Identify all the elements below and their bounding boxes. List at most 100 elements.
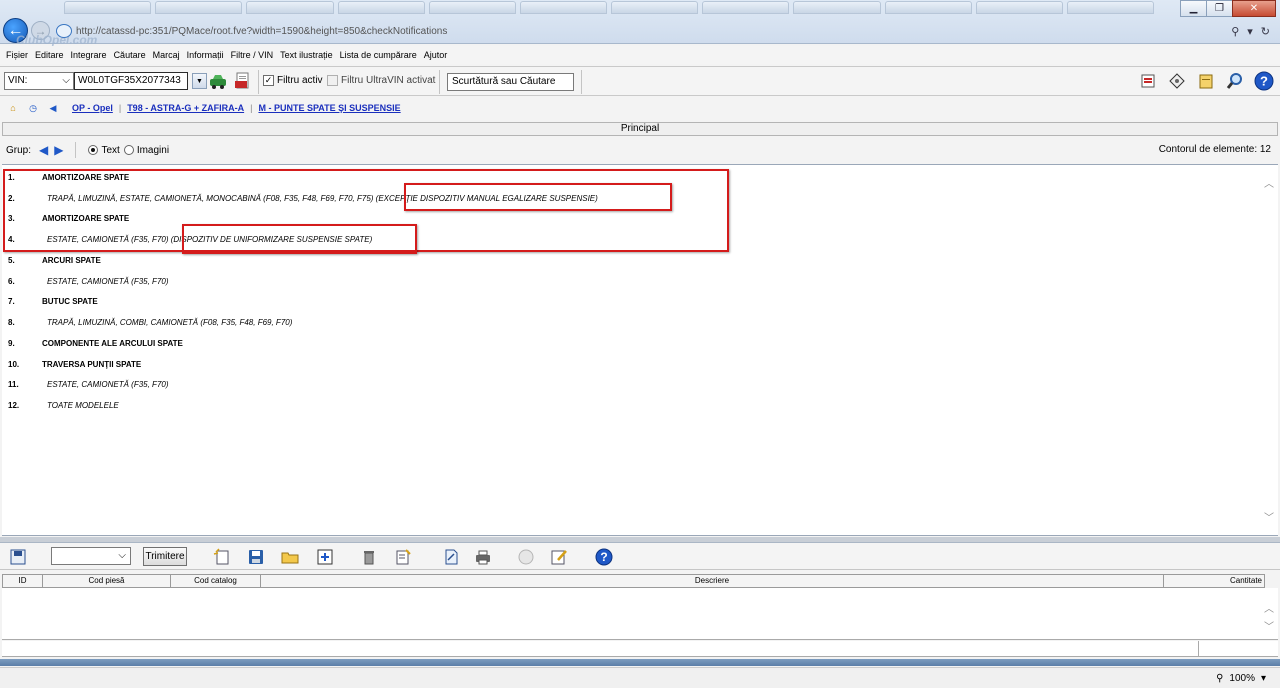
history-icon[interactable]: ◷ — [26, 103, 40, 114]
ultravin-label: Filtru UltraVIN activat — [341, 75, 436, 86]
breadcrumb-model[interactable]: T98 - ASTRA-G + ZAFIRA-A — [127, 103, 244, 113]
toolbar-divider — [258, 70, 259, 94]
ie-page-icon — [56, 24, 72, 38]
item-number: 7. — [8, 296, 15, 306]
vin-label: VIN: — [8, 75, 28, 86]
home-icon[interactable]: ⌂ — [6, 103, 20, 113]
col-id[interactable]: ID — [3, 575, 43, 587]
scroll-up-icon[interactable]: ︿ — [1264, 600, 1274, 615]
menu-help[interactable]: Ajutor — [424, 50, 448, 60]
shortcut-search-input[interactable]: Scurtătură sau Căutare — [447, 73, 574, 91]
magnifier-icon[interactable] — [1225, 71, 1245, 91]
scroll-up-icon[interactable]: ︿ — [1264, 175, 1274, 190]
car-icon[interactable] — [208, 71, 228, 91]
send-button[interactable]: Trimitere — [143, 547, 187, 566]
filter-active-checkbox[interactable]: ✓ Filtru activ — [263, 75, 323, 86]
item-label[interactable]: ARCURI SPATE — [42, 256, 101, 265]
refresh-icon[interactable]: ↻ — [1261, 25, 1270, 38]
help-icon[interactable]: ? — [1254, 71, 1274, 91]
item-label[interactable]: TOATE MODELELE — [47, 401, 119, 410]
browser-tab[interactable] — [975, 1, 1063, 14]
pdf-document-icon[interactable] — [233, 71, 253, 91]
menu-bookmark[interactable]: Marcaj — [153, 50, 180, 60]
floppy-save-icon[interactable] — [246, 547, 266, 567]
col-catalog-code[interactable]: Cod catalog — [171, 575, 261, 587]
annotation-box-exception — [404, 183, 672, 211]
restore-button[interactable]: ❐ — [1206, 0, 1233, 17]
browser-tab[interactable] — [519, 1, 608, 14]
list-select[interactable]: ⌵ — [51, 547, 131, 565]
scroll-down-icon[interactable]: ﹀ — [1264, 618, 1274, 633]
minimize-button[interactable]: ▁ — [1180, 0, 1207, 17]
close-button[interactable]: ✕ — [1232, 0, 1276, 17]
breadcrumb-make[interactable]: OP - Opel — [72, 103, 113, 113]
browser-tab[interactable] — [611, 1, 699, 14]
images-radio[interactable] — [123, 145, 134, 155]
browser-tab[interactable] — [793, 1, 881, 14]
text-radio[interactable] — [88, 145, 99, 155]
open-folder-icon[interactable] — [280, 547, 300, 567]
vin-history-button[interactable]: ▼ — [192, 73, 207, 89]
notification-icon[interactable] — [1138, 71, 1158, 91]
menu-edit[interactable]: Editare — [35, 50, 64, 60]
dropdown-icon[interactable]: ▾ — [1247, 25, 1253, 38]
zoom-control[interactable]: ⚲ 100% ▾ — [1216, 673, 1266, 684]
browser-tab[interactable] — [1066, 1, 1154, 14]
address-bar[interactable]: http://catassd-pc:351/PQMace/root.fve?wi… — [56, 22, 1280, 40]
browser-tab[interactable] — [155, 1, 243, 14]
trash-icon[interactable] — [359, 547, 379, 567]
note-edit-icon[interactable] — [549, 547, 569, 567]
save-list-icon[interactable] — [8, 547, 28, 567]
item-label[interactable]: TRAVERSA PUNŢII SPATE — [42, 360, 141, 369]
item-number: 11. — [8, 379, 19, 389]
chevron-down-icon: ⌵ — [118, 550, 126, 561]
next-group-icon[interactable]: ▶ — [54, 143, 63, 157]
browser-tab[interactable] — [64, 1, 152, 14]
menu-filters[interactable]: Filtre / VIN — [231, 50, 274, 60]
new-document-icon[interactable] — [212, 547, 232, 567]
menu-info[interactable]: Informații — [187, 50, 224, 60]
group-divider — [75, 142, 77, 158]
summary-divider — [1198, 641, 1199, 657]
tag-icon[interactable] — [1167, 71, 1187, 91]
item-number: 9. — [8, 338, 15, 348]
print-icon[interactable] — [473, 547, 493, 567]
browser-tab[interactable] — [884, 1, 972, 14]
item-label[interactable]: TRAPĂ, LIMUZINĂ, COMBI, CAMIONETĂ (F08, … — [47, 318, 292, 327]
edit-list-icon[interactable] — [393, 547, 413, 567]
col-part-code[interactable]: Cod piesă — [43, 575, 171, 587]
menu-file[interactable]: Fișier — [6, 50, 28, 60]
col-description[interactable]: Descriere — [261, 575, 1164, 587]
search-icon[interactable]: ⚲ — [1231, 25, 1239, 38]
menu-shopping-list[interactable]: Lista de cumpărare — [340, 50, 417, 60]
item-label[interactable]: COMPONENTE ALE ARCULUI SPATE — [42, 339, 183, 348]
item-number: 8. — [8, 317, 15, 327]
vin-type-select[interactable]: VIN: ⌵ — [4, 72, 74, 90]
scroll-down-icon[interactable]: ﹀ — [1264, 509, 1274, 524]
help-icon[interactable]: ? — [594, 547, 614, 567]
url-text[interactable]: http://catassd-pc:351/PQMace/root.fve?wi… — [76, 26, 1231, 37]
item-label[interactable]: ESTATE, CAMIONETĂ (F35, F70) — [47, 380, 169, 389]
vin-input[interactable]: W0L0TGF35X2077343 — [74, 72, 188, 90]
item-label[interactable]: BUTUC SPATE — [42, 297, 98, 306]
previous-group-icon[interactable]: ◀ — [39, 143, 48, 157]
back-arrow-icon[interactable]: ◀ — [46, 103, 60, 114]
browser-tab[interactable] — [428, 1, 516, 14]
menu-search[interactable]: Căutare — [114, 50, 146, 60]
disabled-globe-icon[interactable] — [516, 547, 536, 567]
browser-tab[interactable] — [337, 1, 425, 14]
document-icon[interactable] — [441, 547, 461, 567]
empty-checkbox-icon — [327, 75, 338, 86]
col-quantity[interactable]: Cantitate — [1164, 575, 1264, 587]
ultravin-checkbox[interactable]: Filtru UltraVIN activat — [327, 75, 435, 86]
notepad-icon[interactable] — [1196, 71, 1216, 91]
menu-integration[interactable]: Integrare — [71, 50, 107, 60]
menu-illustration-text[interactable]: Text ilustrație — [280, 50, 333, 60]
browser-chrome: ← → ClubOpel.com http://catassd-pc:351/P… — [0, 0, 1280, 47]
browser-tab[interactable] — [702, 1, 790, 14]
browser-tab[interactable] — [246, 1, 334, 14]
breadcrumb-group[interactable]: M - PUNTE SPATE ŞI SUSPENSIE — [258, 103, 400, 113]
item-label[interactable]: ESTATE, CAMIONETĂ (F35, F70) — [47, 277, 169, 286]
breadcrumb-separator: | — [250, 103, 253, 113]
add-item-icon[interactable] — [315, 547, 335, 567]
